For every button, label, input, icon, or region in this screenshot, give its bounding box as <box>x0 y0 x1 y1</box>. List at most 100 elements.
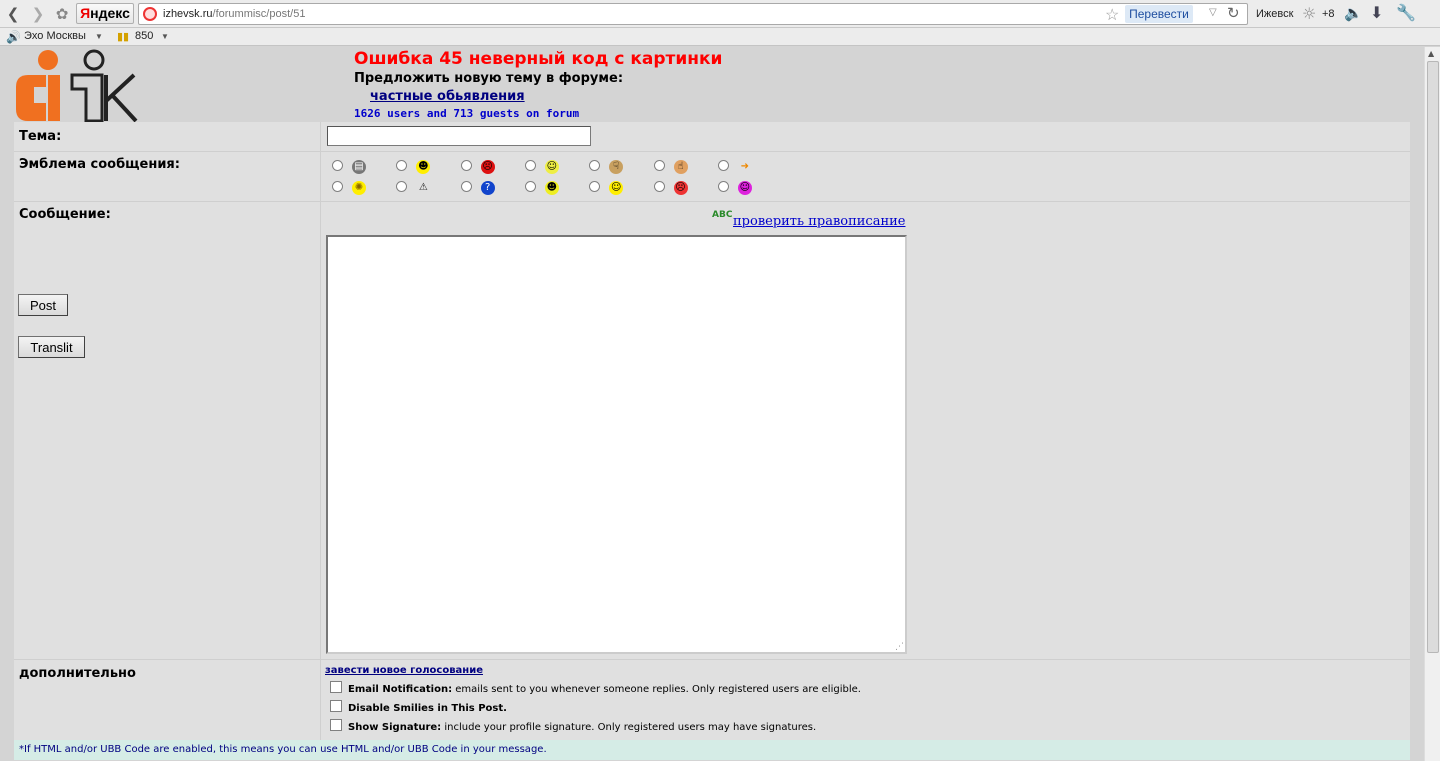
extensions-icon[interactable]: ✿ <box>53 5 71 23</box>
address-bar[interactable]: izhevsk.ru/forummisc/post/51 ☆ Перевести… <box>138 3 1248 25</box>
emblem-option[interactable]: ? <box>460 179 521 199</box>
back-icon[interactable]: ❮ <box>4 5 22 23</box>
translate-button[interactable]: Перевести <box>1125 5 1193 23</box>
new-poll-link[interactable]: завести новое голосование <box>325 665 483 676</box>
download-icon[interactable]: ⬇ <box>1370 3 1383 22</box>
subject-label: Тема: <box>19 129 62 144</box>
chevron-down-icon[interactable]: ▼ <box>95 32 103 41</box>
emblem-radio[interactable] <box>460 181 472 192</box>
spellcheck-link[interactable]: проверить правописание <box>733 214 905 229</box>
show-signature-checkbox[interactable] <box>330 719 342 731</box>
thumbs-down-icon: ☟ <box>609 160 624 174</box>
emblem-option[interactable]: ☝ <box>653 158 714 178</box>
purple-face-icon: ☺ <box>737 181 752 195</box>
bookmarks-bar: 🔊 Эхо Москвы ▼ ▮▮ 850 ▼ <box>0 28 1440 46</box>
html-note: *If HTML and/or UBB Code are enabled, th… <box>19 744 547 755</box>
emblem-radio[interactable] <box>653 181 665 192</box>
emblem-row: Эмблема сообщения: ▤ ☻ ☹ ☺ ☟ ☝ ➜ ✺ ⚠? ☻ ☺ ☹ ☺ <box>14 152 1410 202</box>
emblem-radio[interactable] <box>396 160 408 171</box>
sun-icon[interactable]: ☼ <box>1302 4 1316 23</box>
sad-face-icon: ☹ <box>673 181 688 195</box>
new-topic-caption: Предложить новую тему в форуме: <box>354 71 624 86</box>
arrow-right-icon: ➜ <box>740 161 749 172</box>
page-content: Ошибка 45 неверный код с картинки Предло… <box>0 47 1424 761</box>
emblem-radio[interactable] <box>460 160 472 171</box>
email-notification-option[interactable]: Email Notification: emails sent to you w… <box>330 681 861 695</box>
site-favicon-icon <box>143 7 157 21</box>
wrench-icon[interactable]: 🔧 <box>1396 3 1416 22</box>
cool-face-icon: ☻ <box>544 181 559 195</box>
spellcheck-icon: ABC <box>712 210 733 220</box>
emblem-radio[interactable] <box>589 181 601 192</box>
disable-smilies-option[interactable]: Disable Smilies in This Post. <box>330 700 507 714</box>
warning-icon: ⚠ <box>418 182 428 193</box>
disable-smilies-checkbox[interactable] <box>330 700 342 712</box>
post-button[interactable]: Post <box>18 294 68 316</box>
counter-bookmark[interactable]: 850 <box>135 30 153 42</box>
emblem-option[interactable]: ➜ <box>717 158 778 178</box>
post-form: Тема: Эмблема сообщения: ▤ ☻ ☹ ☺ ☟ ☝ ➜ ✺ ⚠? ☻ ☺ ☹ ☺ … <box>14 122 1410 760</box>
emblem-radio[interactable] <box>524 181 536 192</box>
message-textarea[interactable]: ⋰ <box>326 235 907 654</box>
reload-icon[interactable]: ↻ <box>1227 4 1240 22</box>
weather-temperature[interactable]: +8 <box>1322 8 1335 20</box>
vertical-scrollbar[interactable]: ▲ <box>1424 47 1440 761</box>
speaker-icon[interactable]: 🔈 <box>1344 4 1363 22</box>
emblem-radio[interactable] <box>653 160 665 171</box>
emblem-option[interactable]: ☺ <box>524 158 585 178</box>
html-note-bar: *If HTML and/or UBB Code are enabled, th… <box>14 740 1410 760</box>
email-notification-checkbox[interactable] <box>330 681 342 693</box>
scroll-thumb[interactable] <box>1427 61 1439 653</box>
chevron-down-icon[interactable]: ▼ <box>161 32 169 41</box>
weather-city[interactable]: Ижевск <box>1256 8 1293 20</box>
smile-face-icon: ☺ <box>609 181 624 195</box>
users-online: 1626 users and 713 guests on forum <box>354 107 580 120</box>
translit-button[interactable]: Translit <box>18 336 85 358</box>
forward-icon[interactable]: ❯ <box>29 5 47 23</box>
emblem-option[interactable]: ☺ <box>589 179 649 199</box>
emblem-radio[interactable] <box>396 181 408 192</box>
options-row: дополнительно завести новое голосование … <box>14 660 1410 740</box>
site-logo[interactable] <box>12 49 140 123</box>
scroll-up-icon[interactable]: ▲ <box>1428 49 1434 58</box>
wink-face-icon: ☺ <box>544 160 559 174</box>
extra-label: дополнительно <box>19 666 136 681</box>
happy-face-icon: ☻ <box>416 160 431 174</box>
emblem-label: Эмблема сообщения: <box>19 157 180 172</box>
emblem-option[interactable]: ☹ <box>653 179 714 199</box>
emblem-radio[interactable] <box>589 160 601 171</box>
emblem-option[interactable]: ☹ <box>460 158 521 178</box>
forum-link[interactable]: частные обьявления <box>370 89 525 104</box>
emblem-radio[interactable] <box>524 160 536 171</box>
signal-bars-icon: ▮▮ <box>117 31 130 43</box>
chevron-down-icon[interactable]: ▽ <box>1209 7 1217 18</box>
resize-grip-icon[interactable]: ⋰ <box>895 642 904 652</box>
emblem-radio[interactable] <box>332 160 343 171</box>
lightbulb-icon: ✺ <box>352 181 366 195</box>
radio-speaker-icon: 🔊 <box>6 30 21 44</box>
show-signature-option[interactable]: Show Signature: include your profile sig… <box>330 719 816 733</box>
question-icon: ? <box>480 181 495 195</box>
emblem-option[interactable]: ☺ <box>717 179 778 199</box>
radio-bookmark[interactable]: Эхо Москвы <box>24 30 86 42</box>
error-title: Ошибка 45 неверный код с картинки <box>354 49 723 69</box>
emblem-option[interactable]: ☻ <box>396 158 456 178</box>
browser-toolbar: ❮ ❯ ✿ Яндекс izhevsk.ru/forummisc/post/5… <box>0 0 1440 28</box>
yandex-button[interactable]: Яндекс <box>76 3 134 24</box>
emblem-option[interactable]: ⚠ <box>396 179 456 199</box>
angry-face-icon: ☹ <box>480 160 495 174</box>
emblem-option[interactable]: ✺ <box>332 179 392 199</box>
url-text[interactable]: izhevsk.ru/forummisc/post/51 <box>163 8 305 20</box>
message-row: Сообщение: Post Translit ABC проверить п… <box>14 202 1410 660</box>
page-icon: ▤ <box>352 160 366 174</box>
emblem-option[interactable]: ▤ <box>332 158 392 178</box>
subject-row: Тема: <box>14 122 1410 152</box>
emblem-radio[interactable] <box>332 181 343 192</box>
emblem-option[interactable]: ☟ <box>589 158 649 178</box>
emblem-radio[interactable] <box>717 160 729 171</box>
emblem-option[interactable]: ☻ <box>524 179 585 199</box>
emblem-radio[interactable] <box>717 181 729 192</box>
star-icon[interactable]: ☆ <box>1105 5 1119 25</box>
subject-input[interactable] <box>327 126 591 146</box>
message-label: Сообщение: <box>19 207 111 222</box>
